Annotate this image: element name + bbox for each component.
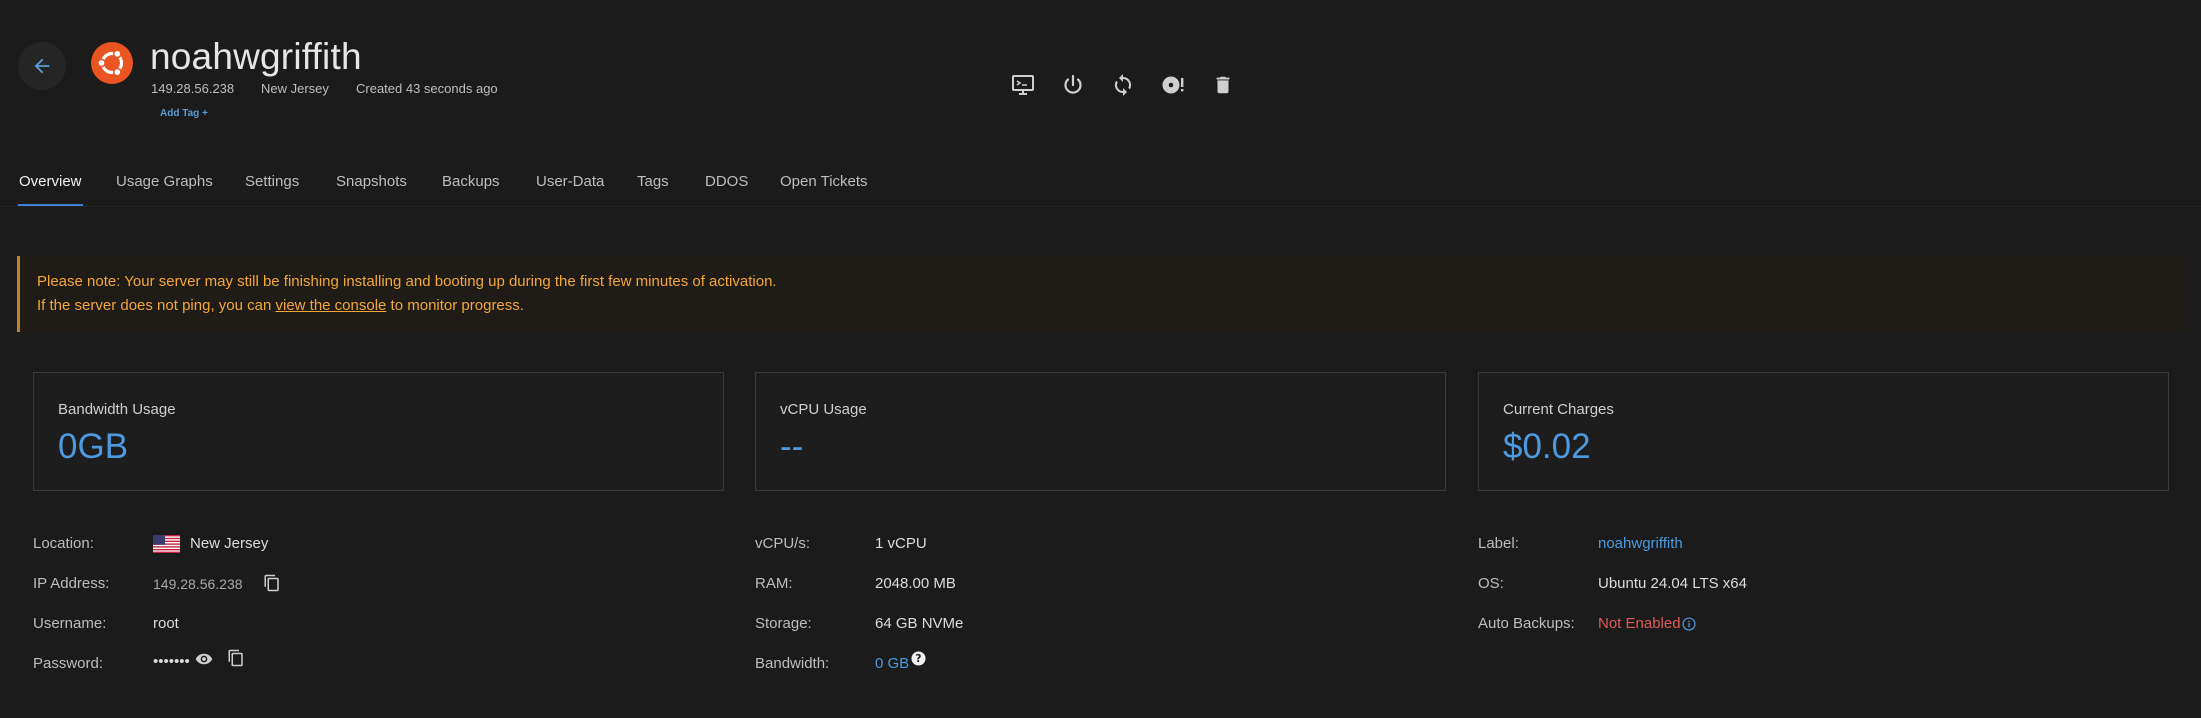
card-label: vCPU Usage (780, 401, 867, 418)
card-label: Bandwidth Usage (58, 401, 176, 418)
password-value: ••••••• (153, 653, 190, 670)
tab-open-tickets[interactable]: Open Tickets (780, 173, 868, 190)
tab-snapshots[interactable]: Snapshots (336, 173, 407, 190)
copy-password-icon[interactable] (227, 648, 245, 668)
help-icon[interactable]: ? (911, 651, 926, 666)
current-charges-card: Current Charges $0.02 (1478, 372, 2169, 491)
auto-backups-label: Auto Backups: (1478, 615, 1575, 632)
notice-line-2: If the server does not ping, you can vie… (37, 297, 524, 314)
card-value: 0GB (58, 427, 129, 466)
server-ip: 149.28.56.238 (151, 81, 235, 96)
reinstall-icon[interactable] (1158, 70, 1188, 100)
server-label-value[interactable]: noahwgriffith (1598, 535, 1683, 552)
os-value: Ubuntu 24.04 LTS x64 (1598, 575, 1747, 592)
storage-value: 64 GB NVMe (875, 615, 964, 632)
ubuntu-logo-icon (91, 42, 133, 84)
vcpu-label: vCPU/s: (755, 535, 811, 552)
arrow-left-icon (34, 58, 50, 74)
tab-ddos[interactable]: DDOS (705, 173, 748, 190)
auto-backups-value[interactable]: Not Enabled (1598, 615, 1681, 632)
card-value: -- (780, 427, 804, 466)
vcpu-usage-card: vCPU Usage -- (755, 372, 1446, 491)
location-label: Location: (33, 535, 94, 552)
tab-settings[interactable]: Settings (245, 173, 299, 190)
ram-label: RAM: (755, 575, 793, 592)
ip-address-value: 149.28.56.238 (153, 576, 243, 592)
add-tag-button[interactable]: Add Tag + (160, 108, 208, 119)
page-title: noahwgriffith (150, 36, 362, 77)
notice-text: If the server does not ping, you can (37, 297, 276, 314)
svg-text:?: ? (916, 653, 922, 665)
card-label: Current Charges (1503, 401, 1614, 418)
view-console-link[interactable]: view the console (275, 297, 386, 314)
bandwidth-label: Bandwidth: (755, 655, 830, 672)
tab-overview[interactable]: Overview (19, 173, 82, 190)
bandwidth-value[interactable]: 0 GB (875, 655, 909, 672)
username-label: Username: (33, 615, 107, 632)
copy-ip-icon[interactable] (263, 573, 281, 593)
tab-divider (0, 206, 2201, 207)
delete-icon[interactable] (1208, 70, 1238, 100)
tab-usage-graphs[interactable]: Usage Graphs (116, 173, 213, 190)
notice-text: to monitor progress. (386, 297, 524, 314)
tab-backups[interactable]: Backups (442, 173, 500, 190)
os-label: OS: (1478, 575, 1504, 592)
activation-notice (17, 256, 2187, 332)
ip-address-label: IP Address: (33, 575, 110, 592)
tab-user-data[interactable]: User-Data (536, 173, 604, 190)
password-label: Password: (33, 655, 104, 672)
show-password-icon[interactable] (195, 650, 213, 668)
card-value: $0.02 (1503, 427, 1591, 466)
console-icon[interactable] (1008, 70, 1038, 100)
bandwidth-usage-card: Bandwidth Usage 0GB (33, 372, 724, 491)
server-label-label: Label: (1478, 535, 1519, 552)
us-flag-icon (153, 535, 180, 553)
storage-label: Storage: (755, 615, 812, 632)
back-button[interactable] (18, 42, 66, 90)
server-created: Created 43 seconds ago (356, 81, 498, 96)
server-location: New Jersey (261, 81, 329, 96)
notice-line-1: Please note: Your server may still be fi… (37, 273, 777, 290)
power-icon[interactable] (1058, 70, 1088, 100)
username-value: root (153, 615, 179, 632)
location-value: New Jersey (190, 535, 269, 552)
ram-value: 2048.00 MB (875, 575, 956, 592)
vcpu-value: 1 vCPU (875, 535, 927, 552)
info-icon[interactable] (1682, 617, 1696, 631)
restart-icon[interactable] (1108, 70, 1138, 100)
tab-tags[interactable]: Tags (637, 173, 669, 190)
active-tab-indicator (18, 204, 83, 206)
